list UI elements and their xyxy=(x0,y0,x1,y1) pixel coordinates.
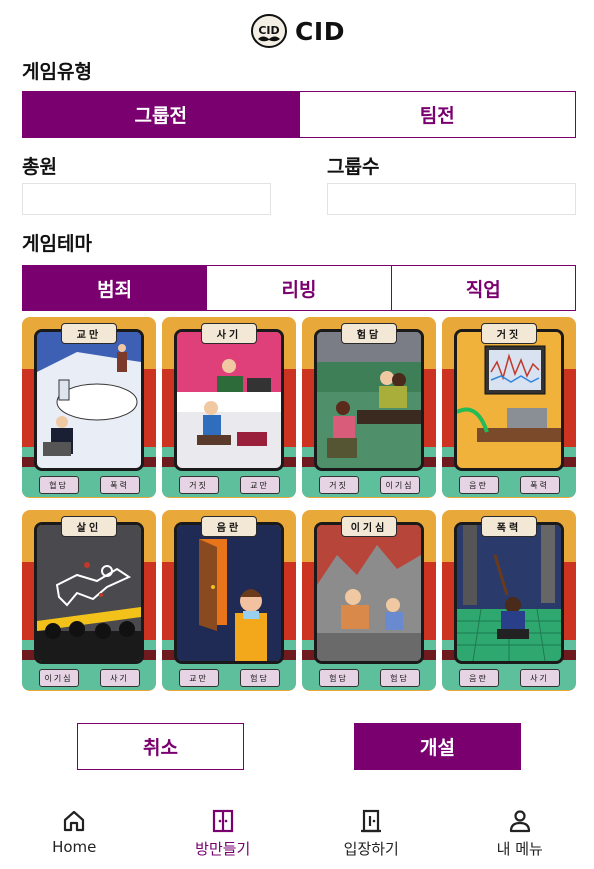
nav-item-label: 내 메뉴 xyxy=(496,840,543,858)
nav-item-label: Home xyxy=(52,838,97,856)
card-illustration xyxy=(34,329,144,471)
nav-item-label: 입장하기 xyxy=(343,840,399,858)
card-tag: 이기심 xyxy=(379,476,420,494)
card-tag: 험담 xyxy=(239,669,280,687)
game-type-option-group[interactable]: 그룹전 xyxy=(23,92,299,137)
card-title: 사기 xyxy=(201,323,257,344)
theme-card-lust[interactable]: 음란 교만 험담 xyxy=(162,510,296,691)
app-header: CID CID xyxy=(0,10,594,52)
card-tag: 음란 xyxy=(458,669,499,687)
theme-option-crime[interactable]: 범죄 xyxy=(23,266,207,310)
theme-card-fraud[interactable]: 사기 거짓 교만 xyxy=(162,317,296,498)
card-illustration xyxy=(314,522,424,664)
theme-card-lie[interactable]: 거짓 음란 폭력 xyxy=(442,317,576,498)
card-tag: 폭력 xyxy=(99,476,140,494)
cancel-button[interactable]: 취소 xyxy=(77,723,244,770)
card-tag: 거짓 xyxy=(178,476,219,494)
card-illustration xyxy=(174,329,284,471)
card-tag: 사기 xyxy=(99,669,140,687)
card-title: 폭력 xyxy=(481,516,537,537)
card-illustration xyxy=(314,329,424,471)
door-open-icon xyxy=(212,809,233,833)
door-enter-icon xyxy=(361,809,382,833)
game-type-segmented: 그룹전 팀전 xyxy=(22,91,576,138)
card-tag: 사기 xyxy=(519,669,560,687)
card-title: 험담 xyxy=(341,323,397,344)
nav-item-label: 방만들기 xyxy=(195,840,251,858)
card-title: 교만 xyxy=(61,323,117,344)
home-icon xyxy=(64,810,85,832)
total-input[interactable] xyxy=(22,183,271,215)
card-tag: 교만 xyxy=(239,476,280,494)
card-illustration xyxy=(34,522,144,664)
theme-card-violence[interactable]: 폭력 음란 사기 xyxy=(442,510,576,691)
theme-card-grid: 교만 협담 폭력 사기 거짓 교만 험담 거짓 이기심 거짓 음란 폭력 살인 … xyxy=(22,317,576,691)
total-label: 총원 xyxy=(22,156,57,178)
nav-item-enter-room[interactable]: 입장하기 xyxy=(297,800,446,869)
bottom-nav: Home 방만들기 입장하기 내 메뉴 xyxy=(0,800,594,869)
svg-text:CID: CID xyxy=(258,24,279,37)
user-icon xyxy=(509,810,530,833)
card-tag: 음란 xyxy=(458,476,499,494)
cid-logo-icon: CID xyxy=(249,12,289,50)
nav-item-my-menu[interactable]: 내 메뉴 xyxy=(446,800,594,869)
card-tag: 거짓 xyxy=(318,476,359,494)
card-tag: 폭력 xyxy=(519,476,560,494)
theme-card-pride[interactable]: 교만 협담 폭력 xyxy=(22,317,156,498)
app-title: CID xyxy=(295,16,345,46)
theme-segmented: 범죄 리빙 직업 xyxy=(22,265,576,311)
nav-item-home[interactable]: Home xyxy=(0,800,149,869)
card-tag: 험담 xyxy=(318,669,359,687)
theme-option-job[interactable]: 직업 xyxy=(390,266,575,310)
game-type-label: 게임유형 xyxy=(22,61,92,83)
game-type-option-team[interactable]: 팀전 xyxy=(298,92,575,137)
groups-label: 그룹수 xyxy=(327,156,380,178)
card-title: 살인 xyxy=(61,516,117,537)
card-illustration xyxy=(454,522,564,664)
card-title: 이기심 xyxy=(341,516,397,537)
groups-input[interactable] xyxy=(327,183,576,215)
card-title: 음란 xyxy=(201,516,257,537)
card-title: 거짓 xyxy=(481,323,537,344)
open-room-button[interactable]: 개설 xyxy=(354,723,521,770)
theme-card-murder[interactable]: 살인 이기심 사기 xyxy=(22,510,156,691)
card-tag: 교만 xyxy=(178,669,219,687)
card-tag: 험담 xyxy=(379,669,420,687)
card-tag: 협담 xyxy=(38,476,79,494)
card-tag: 이기심 xyxy=(38,669,79,687)
nav-item-create-room[interactable]: 방만들기 xyxy=(149,800,298,869)
card-illustration xyxy=(174,522,284,664)
theme-card-selfishness[interactable]: 이기심 험담 험담 xyxy=(302,510,436,691)
theme-label: 게임테마 xyxy=(22,233,92,255)
theme-option-living[interactable]: 리빙 xyxy=(206,266,391,310)
card-illustration xyxy=(454,329,564,471)
theme-card-gossip[interactable]: 험담 거짓 이기심 xyxy=(302,317,436,498)
